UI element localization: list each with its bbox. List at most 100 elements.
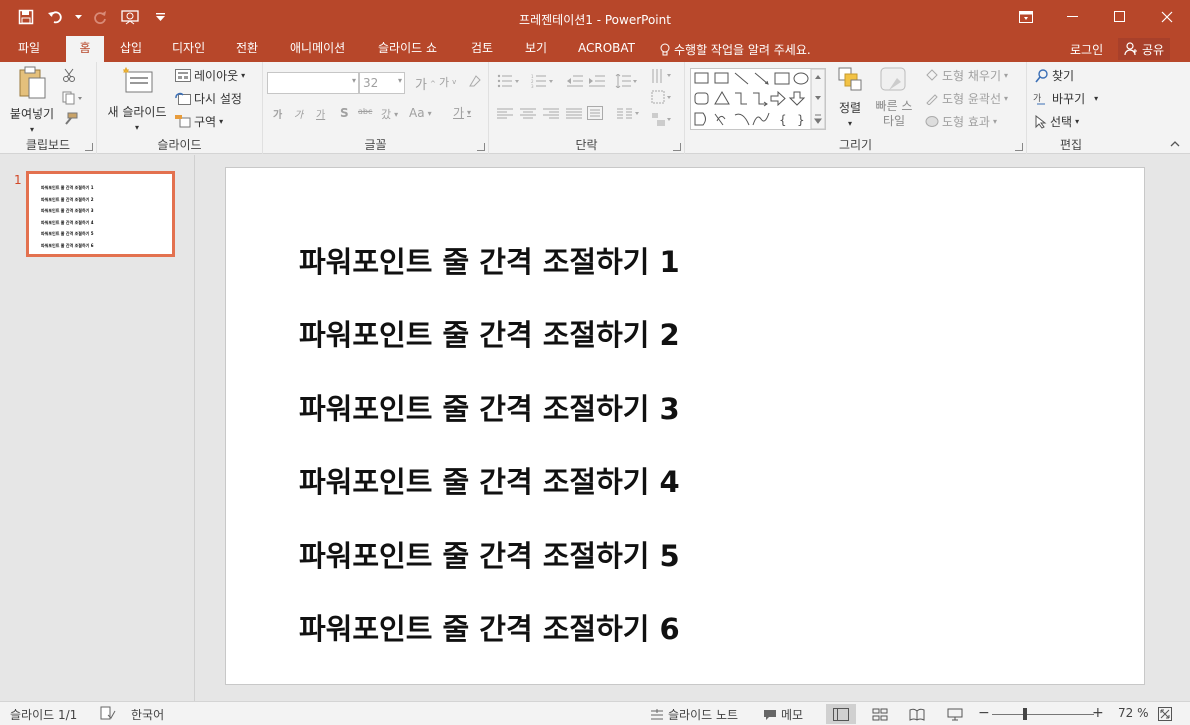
line-spacing-icon[interactable]	[615, 74, 639, 88]
login-link[interactable]: 로그인	[1070, 41, 1103, 58]
zoom-level[interactable]: 72 %	[1118, 706, 1149, 720]
decrease-indent-icon[interactable]	[567, 74, 583, 88]
notes-button[interactable]: 슬라이드 노트	[650, 706, 738, 723]
text-shadow-icon[interactable]: S	[340, 106, 349, 120]
comments-button[interactable]: 메모	[763, 706, 803, 723]
copy-icon[interactable]	[62, 91, 84, 105]
bullets-icon[interactable]	[497, 74, 521, 88]
font-launcher-icon[interactable]	[477, 143, 485, 151]
section-button[interactable]: 구역 ▾	[175, 113, 223, 130]
ribbon-display-options-icon[interactable]	[1002, 0, 1049, 34]
paste-dropdown-icon[interactable]: ▾	[30, 125, 34, 134]
smartart-icon[interactable]	[651, 112, 673, 128]
slide-text-line[interactable]: 파워포인트 줄 간격 조절하기 2	[299, 299, 680, 372]
tab-slideshow[interactable]: 슬라이드 쇼	[370, 36, 445, 62]
spell-check-icon[interactable]	[100, 706, 116, 720]
slide-text-box[interactable]: 파워포인트 줄 간격 조절하기 1 파워포인트 줄 간격 조절하기 2 파워포인…	[299, 226, 680, 666]
new-slide-dropdown-icon[interactable]: ▾	[135, 123, 139, 132]
font-name-box[interactable]: ▾	[267, 72, 359, 94]
slide-text-line[interactable]: 파워포인트 줄 간격 조절하기 1	[299, 226, 680, 299]
slide-text-line[interactable]: 파워포인트 줄 간격 조절하기 3	[299, 373, 680, 446]
tell-me-box[interactable]: 수행할 작업을 알려 주세요.	[660, 41, 811, 58]
quick-styles-button[interactable]: 빠른 스타일	[871, 66, 917, 129]
tab-insert[interactable]: 삽입	[112, 36, 150, 62]
slide-canvas[interactable]: 파워포인트 줄 간격 조절하기 1 파워포인트 줄 간격 조절하기 2 파워포인…	[225, 167, 1145, 685]
tab-file[interactable]: 파일	[10, 36, 48, 62]
slides-group: 새 슬라이드 ▾ 레이아웃 ▾ 다시 설정 구역 ▾ 슬라이드	[97, 62, 263, 154]
distributed-icon[interactable]	[587, 106, 603, 120]
find-button[interactable]: 찾기	[1035, 67, 1074, 84]
drawing-group-label: 그리기	[838, 138, 873, 152]
tab-animations[interactable]: 애니메이션	[282, 36, 353, 62]
font-size-box[interactable]: 32 ▾	[359, 72, 405, 94]
underline-icon[interactable]: 가	[316, 106, 325, 121]
notes-label: 슬라이드 노트	[668, 708, 739, 722]
strikethrough-icon[interactable]: abc	[358, 107, 372, 116]
drawing-launcher-icon[interactable]	[1015, 143, 1023, 151]
reset-button[interactable]: 다시 설정	[175, 90, 242, 107]
align-center-icon[interactable]	[520, 108, 536, 120]
font-color-icon[interactable]: 가 ▾	[453, 104, 471, 121]
layout-button[interactable]: 레이아웃 ▾	[175, 67, 245, 84]
fit-to-window-icon[interactable]	[1158, 707, 1172, 721]
zoom-in-icon[interactable]: +	[1092, 705, 1104, 721]
paint-bucket-icon	[926, 69, 938, 81]
italic-icon[interactable]: 가	[294, 106, 303, 121]
change-case-button[interactable]: Aa ▾	[409, 106, 432, 120]
select-button[interactable]: 선택 ▾	[1035, 113, 1079, 130]
clear-formatting-icon[interactable]	[468, 74, 482, 88]
zoom-slider-track[interactable]	[992, 714, 1094, 715]
font-name-dropdown-icon[interactable]: ▾	[352, 76, 356, 85]
align-left-icon[interactable]	[497, 108, 513, 120]
tab-view[interactable]: 보기	[517, 36, 555, 62]
paste-button[interactable]: 붙여넣기 ▾	[6, 66, 58, 134]
arrange-label: 정렬	[838, 101, 862, 115]
minimize-icon[interactable]	[1049, 0, 1096, 34]
share-button[interactable]: 공유	[1118, 38, 1171, 60]
collapse-ribbon-icon[interactable]	[1170, 139, 1180, 150]
slide-text-line[interactable]: 파워포인트 줄 간격 조절하기 4	[299, 446, 680, 519]
clipboard-launcher-icon[interactable]	[85, 143, 93, 151]
close-icon[interactable]	[1143, 0, 1190, 34]
paragraph-launcher-icon[interactable]	[673, 143, 681, 151]
tab-review[interactable]: 검토	[463, 36, 501, 62]
zoom-out-icon[interactable]: −	[978, 705, 990, 721]
font-size-dropdown-icon[interactable]: ▾	[398, 76, 402, 85]
numbering-icon[interactable]: 123	[531, 74, 555, 88]
shape-effects-button[interactable]: 도형 효과 ▾	[925, 113, 997, 130]
slide-sorter-view-icon[interactable]	[865, 704, 895, 724]
normal-view-icon[interactable]	[826, 704, 856, 724]
format-painter-icon[interactable]	[62, 112, 78, 126]
grow-font-icon[interactable]: 가 ^	[415, 74, 436, 93]
slide-text-line[interactable]: 파워포인트 줄 간격 조절하기 6	[299, 593, 680, 666]
text-direction-icon[interactable]	[651, 68, 673, 84]
replace-button[interactable]: 가 바꾸기 ▾	[1033, 90, 1098, 107]
tab-design[interactable]: 디자인	[164, 36, 213, 62]
zoom-slider-handle[interactable]	[1023, 708, 1027, 720]
character-spacing-icon[interactable]: 갔 ▾	[381, 106, 398, 122]
shape-fill-label: 도형 채우기	[942, 69, 1002, 83]
slide-thumbnail[interactable]: 파워포인트 줄 간격 조절하기 1 파워포인트 줄 간격 조절하기 2 파워포인…	[26, 171, 175, 257]
shapes-gallery[interactable]: { }	[690, 68, 826, 130]
columns-icon[interactable]	[617, 108, 641, 120]
shape-fill-button[interactable]: 도형 채우기 ▾	[925, 67, 1008, 84]
maximize-icon[interactable]	[1096, 0, 1143, 34]
align-text-icon[interactable]	[651, 90, 673, 106]
shrink-font-icon[interactable]: 가v	[439, 74, 456, 90]
increase-indent-icon[interactable]	[589, 74, 605, 88]
bold-icon[interactable]: 가	[273, 106, 282, 121]
new-slide-button[interactable]: 새 슬라이드 ▾	[103, 66, 171, 132]
tab-acrobat[interactable]: ACROBAT	[570, 36, 643, 62]
slide-thumbnail-pane: 1 파워포인트 줄 간격 조절하기 1 파워포인트 줄 간격 조절하기 2 파워…	[0, 155, 195, 701]
cut-icon[interactable]	[62, 68, 76, 82]
language-indicator[interactable]: 한국어	[131, 706, 164, 723]
slide-text-line[interactable]: 파워포인트 줄 간격 조절하기 5	[299, 520, 680, 593]
tab-transitions[interactable]: 전환	[228, 36, 266, 62]
justify-icon[interactable]	[566, 108, 582, 120]
tab-home[interactable]: 홈	[66, 36, 104, 62]
reading-view-icon[interactable]	[902, 704, 932, 724]
arrange-button[interactable]: 정렬 ▾	[833, 66, 867, 128]
shape-outline-button[interactable]: 도형 윤곽선 ▾	[925, 90, 1008, 107]
slide-show-view-icon[interactable]	[940, 704, 970, 724]
align-right-icon[interactable]	[543, 108, 559, 120]
